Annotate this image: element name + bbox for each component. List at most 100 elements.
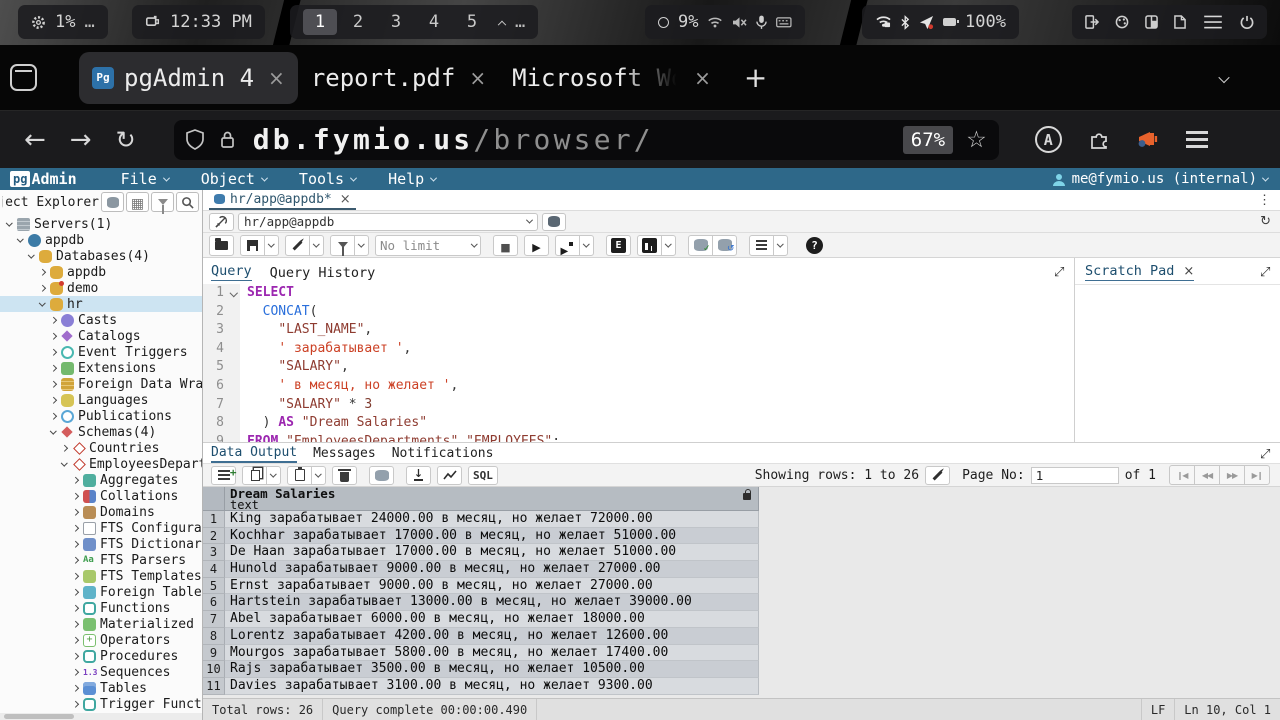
grid-column-header[interactable]: Dream Salaries text xyxy=(225,487,759,511)
row-value[interactable]: Ernst зарабатывает 9000.00 в месяц, но ж… xyxy=(225,578,759,595)
table-row[interactable]: 4 Hunold зарабатывает 9000.00 в месяц, н… xyxy=(203,561,1280,578)
tree-chevron-icon[interactable] xyxy=(70,478,81,483)
edit-options-button[interactable] xyxy=(309,235,324,256)
scratch-pad-body[interactable] xyxy=(1075,284,1280,442)
tree-chevron-icon[interactable] xyxy=(26,254,37,259)
tab-query[interactable]: Query xyxy=(211,263,252,281)
row-number[interactable]: 1 xyxy=(203,511,225,528)
close-icon[interactable] xyxy=(1183,264,1194,279)
table-row[interactable]: 7 Abel зарабатывает 6000.00 в месяц, но … xyxy=(203,611,1280,628)
table-row[interactable]: 11 Davies зарабатывает 3100.00 в месяц, … xyxy=(203,678,1280,695)
close-tab-icon[interactable] xyxy=(469,66,486,90)
tree-item[interactable]: FTS Dictionaries xyxy=(0,536,202,552)
workspace-button[interactable]: 4 xyxy=(417,9,451,35)
tree-item[interactable]: Operators xyxy=(0,632,202,648)
row-value[interactable]: Rajs зарабатывает 3500.00 в месяц, но же… xyxy=(225,661,759,678)
tree-item[interactable]: hr xyxy=(0,296,202,312)
tree-item[interactable]: Countries xyxy=(0,440,202,456)
menubar-item[interactable]: Help xyxy=(388,170,436,188)
back-button[interactable] xyxy=(24,125,46,155)
table-row[interactable]: 9 Mourgos зарабатывает 5800.00 в месяц, … xyxy=(203,645,1280,662)
row-value[interactable]: Kochhar зарабатывает 17000.00 в месяц, н… xyxy=(225,528,759,545)
row-value[interactable]: De Haan зарабатывает 17000.00 в месяц, н… xyxy=(225,544,759,561)
tree-item[interactable]: Collations xyxy=(0,488,202,504)
row-value[interactable]: Lorentz зарабатывает 4200.00 в месяц, но… xyxy=(225,628,759,645)
row-number[interactable]: 7 xyxy=(203,611,225,628)
tab-query-history[interactable]: Query History xyxy=(270,265,376,281)
tree-item[interactable]: Tables xyxy=(0,680,202,696)
tree-item[interactable]: FTS Templates xyxy=(0,568,202,584)
row-value[interactable]: Abel зарабатывает 6000.00 в месяц, но же… xyxy=(225,611,759,628)
connection-select[interactable]: hr/app@appdb xyxy=(238,213,538,231)
tree-chevron-icon[interactable] xyxy=(70,590,81,595)
scrollbar-thumb[interactable] xyxy=(4,714,74,719)
lock-icon[interactable] xyxy=(220,130,235,149)
tree-chevron-icon[interactable] xyxy=(59,462,70,467)
grid-view-button[interactable] xyxy=(126,192,149,212)
execute-options-button[interactable] xyxy=(555,235,580,256)
tree-item[interactable]: Domains xyxy=(0,504,202,520)
user-menu[interactable]: me@fymio.us (internal) xyxy=(1052,171,1268,187)
tab-scratch-pad[interactable]: Scratch Pad xyxy=(1085,263,1194,281)
cpu-widget[interactable]: 1% xyxy=(18,5,108,39)
tree-chevron-icon[interactable] xyxy=(37,302,48,307)
tree-chevron-icon[interactable] xyxy=(70,526,81,531)
execute-caret-button[interactable] xyxy=(579,235,594,256)
tab-notifications[interactable]: Notifications xyxy=(392,443,494,463)
open-file-button[interactable] xyxy=(209,235,234,256)
new-connection-button[interactable] xyxy=(542,213,566,231)
tree-item[interactable]: Aggregates xyxy=(0,472,202,488)
split-view-icon[interactable] xyxy=(1145,15,1158,29)
copy-options-button[interactable] xyxy=(266,466,281,485)
fold-icon[interactable] xyxy=(227,321,240,340)
browser-tab[interactable]: Pg pgAdmin 4 xyxy=(79,52,298,104)
tree-item[interactable]: Schemas(4) xyxy=(0,424,202,440)
menubar-item[interactable]: Tools xyxy=(299,170,356,188)
tree-chevron-icon[interactable] xyxy=(70,686,81,691)
commit-button[interactable] xyxy=(688,235,713,256)
document-icon[interactable] xyxy=(1174,15,1186,29)
ellipsis-icon[interactable] xyxy=(515,12,525,32)
browser-menu-icon[interactable] xyxy=(1186,138,1208,140)
row-number[interactable]: 9 xyxy=(203,645,225,662)
tree-chevron-icon[interactable] xyxy=(70,622,81,627)
fold-icon[interactable] xyxy=(227,340,240,359)
tab-overview-button[interactable] xyxy=(10,64,37,91)
code-line[interactable]: 4 ' зарабатывает ', xyxy=(203,340,1074,359)
megaphone-extension-icon[interactable] xyxy=(1136,129,1160,151)
clock-widget[interactable]: 12:33 PM xyxy=(132,5,265,39)
macros-options-button[interactable] xyxy=(773,235,788,256)
tree-chevron-icon[interactable] xyxy=(48,414,59,419)
row-value[interactable]: Hunold зарабатывает 9000.00 в месяц, но … xyxy=(225,561,759,578)
palette-icon[interactable] xyxy=(1115,15,1129,29)
fold-icon[interactable] xyxy=(227,358,240,377)
close-icon[interactable] xyxy=(340,192,351,207)
bookmark-star-icon[interactable] xyxy=(966,127,987,153)
table-row[interactable]: 10 Rajs зарабатывает 3500.00 в месяц, но… xyxy=(203,661,1280,678)
tree-chevron-icon[interactable] xyxy=(4,222,15,227)
tree-item[interactable]: Event Triggers xyxy=(0,344,202,360)
connection-status-button[interactable] xyxy=(209,213,234,231)
tree-horizontal-scrollbar[interactable] xyxy=(0,713,202,720)
tree-chevron-icon[interactable] xyxy=(37,286,48,291)
tree-item[interactable]: appdb xyxy=(0,232,202,248)
tree-item[interactable]: FTS Configurations xyxy=(0,520,202,536)
tree-chevron-icon[interactable] xyxy=(70,606,81,611)
workspace-button[interactable]: 3 xyxy=(379,9,413,35)
expand-panel-icon[interactable] xyxy=(1260,447,1272,459)
tree-item[interactable]: FTS Parsers xyxy=(0,552,202,568)
save-file-button[interactable] xyxy=(240,235,265,256)
tree-item[interactable]: Publications xyxy=(0,408,202,424)
forward-button[interactable] xyxy=(70,125,92,155)
tree-item[interactable]: Servers(1) xyxy=(0,216,202,232)
row-value[interactable]: Hartstein зарабатывает 13000.00 в месяц,… xyxy=(225,594,759,611)
panel-menu-icon[interactable] xyxy=(1258,193,1271,208)
tab-data-output[interactable]: Data Output xyxy=(211,443,297,463)
expand-panel-icon[interactable] xyxy=(1260,264,1272,276)
tree-chevron-icon[interactable] xyxy=(48,382,59,387)
tree-item[interactable]: Procedures xyxy=(0,648,202,664)
tree-item[interactable]: Materialized Views xyxy=(0,616,202,632)
tree-item[interactable]: Foreign Tables xyxy=(0,584,202,600)
macros-button[interactable] xyxy=(749,235,774,256)
tree-chevron-icon[interactable] xyxy=(70,494,81,499)
